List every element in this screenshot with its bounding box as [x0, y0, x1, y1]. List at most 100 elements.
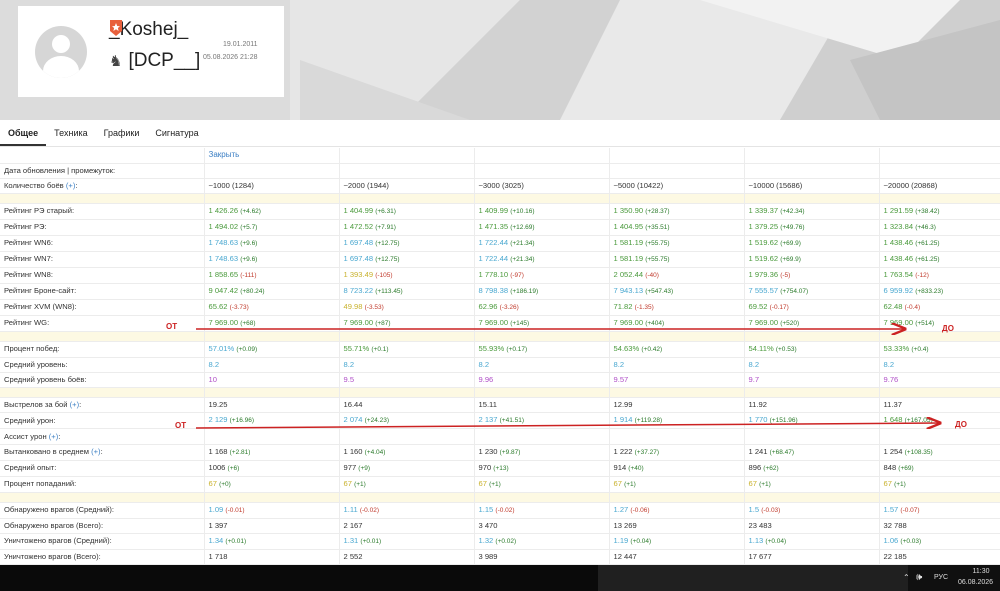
stat-value: 1 291.59 [883, 205, 914, 215]
profile-card: _Koshej_ ♞ [DCP__] 19.01.2011 05.08.2026… [18, 6, 284, 97]
stat-value: 1 722.44 [478, 253, 509, 263]
stat-value-cell: 1 471.35 (+12.69) [474, 219, 610, 236]
stat-delta: (+9.87) [499, 448, 521, 456]
stat-delta: (+0.02) [495, 537, 517, 545]
stat-delta: (-0.06) [630, 506, 650, 514]
stat-value-cell: 69.52 (-0.17) [744, 299, 880, 316]
stat-value-cell: 7 943.13 (+547.43) [609, 283, 745, 300]
stat-value-cell: 1 438.46 (+61.25) [879, 251, 1000, 268]
stat-value-cell: 23 483 [744, 518, 880, 534]
stats-table-container: Закрыть Дата обновления | промежуток: Кол… [0, 148, 1000, 565]
stat-value: 1.5 [748, 504, 760, 514]
stat-value: 11.92 [748, 400, 767, 410]
stat-value-cell: 7 969.00 (+520) [744, 315, 880, 332]
stat-delta: (+55.75) [645, 239, 670, 247]
stat-delta: (+13) [493, 464, 509, 472]
stat-delta: (+5.7) [240, 223, 258, 231]
taskbar-apps-area[interactable] [0, 565, 598, 591]
stat-row: Рейтинг Броне-сайт: 9 047.42 (+80.24) 8 72… [0, 283, 1000, 300]
stat-value-cell: 1 581.19 (+55.75) [609, 251, 745, 268]
stat-value: 1 914 [613, 415, 633, 425]
stat-value-cell [609, 428, 745, 445]
stat-label: Количество боёв (+): [0, 178, 205, 194]
stat-label: Рейтинг РЭ: [0, 219, 205, 236]
expand-link[interactable]: (+) [49, 432, 59, 441]
stat-value-cell: 17 677 [744, 549, 880, 565]
stat-value: 16.44 [343, 400, 363, 410]
stat-value-cell: 7 969.00 (+145) [474, 315, 610, 332]
stat-delta: (+1) [489, 480, 501, 488]
stat-value-cell: 67 (+1) [879, 476, 1000, 493]
stat-value: 2 129 [208, 415, 228, 425]
clan-tag[interactable]: [DCP__] [128, 50, 200, 72]
stat-delta: (+40) [628, 464, 644, 472]
stat-delta: (+119.28) [634, 417, 663, 425]
close-link[interactable]: Закрыть [209, 150, 240, 159]
stat-value: 1.27 [613, 504, 629, 514]
stat-value-cell: 1 222 (+37.27) [609, 444, 745, 461]
language-indicator[interactable]: РУС [934, 574, 948, 581]
stat-value-cell: 6 959.92 (+833.23) [879, 283, 1000, 300]
stat-value: 13 269 [613, 520, 637, 530]
expand-link[interactable]: (+) [66, 181, 76, 190]
stat-value: 1 697.48 [343, 253, 374, 263]
stat-delta: (+514) [915, 319, 935, 327]
clock-time[interactable]: 11:30 [963, 568, 999, 575]
avatar[interactable] [35, 26, 87, 78]
stat-delta: (-111) [240, 271, 257, 279]
stat-value: ~3000 (3025) [478, 180, 524, 190]
to-label-2: ДО [955, 420, 967, 429]
stat-value: 8 723.22 [343, 285, 374, 295]
stat-value-cell: 1 648 (+167.05) [879, 412, 1000, 430]
stat-row: Выстрелов за бой (+): 19.25 16.44 15.11 12.9… [0, 397, 1000, 414]
stat-value: 9.5 [343, 375, 355, 385]
stat-delta: (+0.04) [630, 537, 652, 545]
stat-delta: (+6) [227, 464, 240, 472]
stat-value-cell: 1 914 (+119.28) [609, 412, 745, 430]
stat-value-cell: ~5000 (10422) [609, 178, 745, 194]
stat-delta: (+87) [375, 319, 391, 327]
from-label-2: ОТ [175, 421, 187, 430]
stat-delta: (+38.42) [915, 207, 940, 215]
stat-value-cell: 9.57 [609, 372, 745, 389]
stat-value-cell: 1 168 (+2.81) [204, 444, 340, 461]
stat-value: 17 677 [748, 551, 772, 561]
stat-value: 1.19 [613, 535, 629, 545]
stat-label: Средний урон: [0, 412, 205, 430]
stat-value-cell: 1 393.49 (-105) [339, 267, 475, 284]
stat-value: 1.57 [883, 504, 899, 514]
stat-label: Обнаружено врагов (Всего): [0, 518, 205, 534]
stat-row: Средний опыт: 1006 (+6) 977 (+9) 970 (+13) 9… [0, 460, 1000, 477]
tab-charts[interactable]: Графики [96, 122, 148, 146]
clan-row[interactable]: ♞ [DCP__] [109, 50, 200, 72]
stat-delta: (-0.01) [225, 506, 245, 514]
tab-general[interactable]: Общее [0, 122, 47, 146]
tab-vehicles[interactable]: Техника [46, 122, 95, 146]
stat-value: 1 519.62 [748, 253, 779, 263]
stat-value-cell: 1006 (+6) [204, 460, 340, 477]
stat-value-cell: 12 447 [609, 549, 745, 565]
stat-value-cell: 49.98 (-3.53) [339, 299, 475, 316]
stat-value-cell [879, 428, 1000, 445]
stat-delta: (-3.26) [499, 303, 519, 311]
expand-link[interactable]: (+) [91, 447, 101, 456]
tab-signature[interactable]: Сигнатура [147, 122, 206, 146]
expand-link[interactable]: (+) [70, 400, 80, 409]
volume-icon[interactable]: 🕪 [916, 572, 922, 583]
stat-delta: (+16.96) [229, 417, 255, 425]
separator-row [0, 387, 1000, 399]
stat-label: Рейтинг РЭ старый: [0, 203, 205, 220]
stat-value-cell: 54.11% (+0.53) [744, 341, 880, 358]
stat-label: Процент попаданий: [0, 476, 205, 493]
tray-expand-icon[interactable]: ⌃ [903, 573, 910, 582]
stat-value-cell: 1 241 (+68.47) [744, 444, 880, 461]
stat-value-cell: 1.09 (-0.01) [204, 502, 340, 519]
stat-value: 848 [883, 462, 897, 472]
stat-delta: (-40) [645, 271, 659, 279]
clock-date[interactable]: 06.08.2026 [958, 579, 993, 586]
stat-value-cell: 67 (+1) [339, 476, 475, 493]
stat-value: 53.33% [883, 343, 910, 353]
stat-value-cell: 1 722.44 (+21.34) [474, 235, 610, 252]
close-row: Закрыть [0, 148, 1000, 164]
stat-value-cell: 2 052.44 (-40) [609, 267, 745, 284]
